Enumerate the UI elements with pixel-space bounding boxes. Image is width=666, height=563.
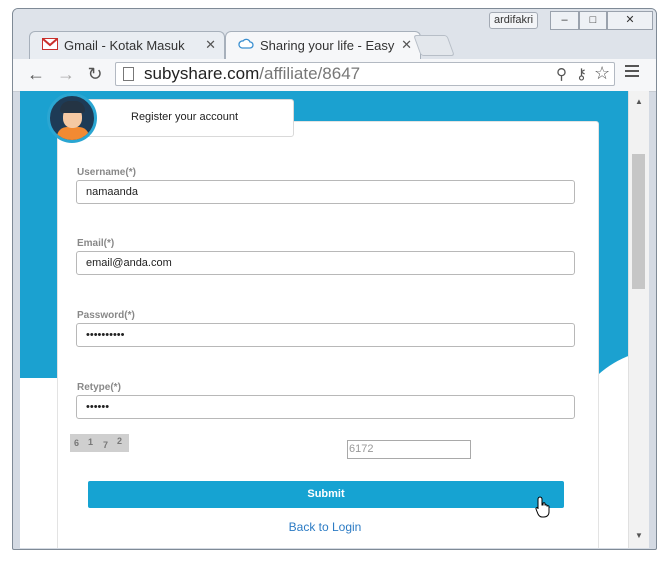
tab-title: Gmail - Kotak Masuk [64,38,185,53]
captcha-input[interactable]: 6172 [347,440,471,459]
new-tab-button[interactable] [413,35,455,56]
scroll-up-arrow-icon[interactable]: ▲ [635,97,643,106]
minimize-button[interactable]: – [550,11,579,30]
username-field[interactable]: namaanda [76,180,575,204]
cloud-icon [238,38,254,52]
title-bar: ardifakri – □ ✕ Gmail - Kotak Masuk ✕ Sh… [13,9,656,59]
bookmark-star-icon[interactable]: ☆ [594,63,610,84]
vertical-scrollbar[interactable]: ▲ ▼ [628,91,649,548]
email-label: Email(*) [77,238,115,249]
url-text: subyshare.com/affiliate/8647 [144,64,361,83]
tab-subyshare[interactable]: Sharing your life - Easy wa ✕ [225,31,421,59]
username-label: Username(*) [77,167,136,178]
avatar [47,93,97,143]
retype-label: Retype(*) [77,382,121,393]
tab-gmail[interactable]: Gmail - Kotak Masuk ✕ [29,31,225,59]
reload-icon[interactable]: ↻ [84,63,106,85]
menu-icon[interactable] [625,65,639,81]
password-field[interactable]: •••••••••• [76,323,575,347]
page-viewport: Register your account Username(*) namaan… [20,91,628,548]
page-icon [123,67,134,81]
tab-title: Sharing your life - Easy wa [260,38,398,53]
scrollbar-thumb[interactable] [632,154,645,289]
hand-cursor-icon [535,496,550,518]
gmail-icon [42,38,58,52]
forward-arrow-icon[interactable]: → [55,63,77,85]
close-tab-icon[interactable]: ✕ [401,37,412,53]
maximize-button[interactable]: □ [579,11,607,30]
profile-badge[interactable]: ardifakri [489,12,539,29]
close-tab-icon[interactable]: ✕ [205,37,216,53]
submit-button[interactable]: Submit [88,481,564,508]
browser-toolbar: ← → ↻ subyshare.com/affiliate/8647 ⚲ ⚷ ☆ [13,59,656,92]
browser-window: ardifakri – □ ✕ Gmail - Kotak Masuk ✕ Sh… [12,8,657,550]
captcha-image: 6 1 7 2 [70,434,129,452]
scroll-down-arrow-icon[interactable]: ▼ [635,531,643,540]
address-bar[interactable]: subyshare.com/affiliate/8647 ⚲ ⚷ ☆ [115,62,615,86]
password-label: Password(*) [77,310,135,321]
email-field[interactable]: email@anda.com [76,251,575,275]
back-to-login-link[interactable]: Back to Login [20,520,628,534]
register-header-label: Register your account [131,111,238,123]
retype-password-field[interactable]: •••••• [76,395,575,419]
zoom-icon[interactable]: ⚲ [556,65,567,83]
key-icon[interactable]: ⚷ [576,65,587,83]
close-window-button[interactable]: ✕ [607,11,653,30]
back-arrow-icon[interactable]: ← [25,63,47,85]
